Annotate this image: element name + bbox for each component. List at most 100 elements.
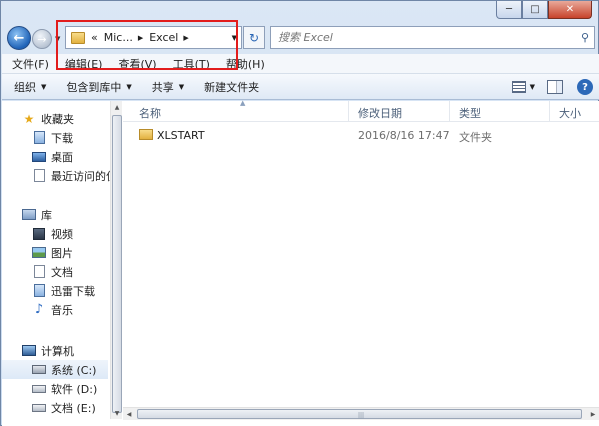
nav-item-label: 软件 (D:) [51, 382, 98, 396]
nav-item-music[interactable]: ♪ 音乐 [32, 300, 73, 319]
navigation-pane-scrollbar[interactable]: ▲ ▼ [110, 101, 122, 419]
table-row[interactable]: XLSTART 2016/8/16 17:47 文件夹 [123, 125, 599, 145]
chevron-down-icon[interactable]: ▼ [232, 34, 237, 42]
magnifier-icon[interactable]: ⚲ [581, 31, 589, 44]
nav-computer-label: 计算机 [41, 344, 74, 358]
nav-item-label: 桌面 [51, 150, 73, 164]
refresh-icon: ↻ [248, 30, 260, 45]
column-divider[interactable] [348, 101, 349, 122]
scroll-right-icon[interactable]: ▶ [587, 408, 599, 420]
view-options-icon[interactable] [511, 81, 526, 93]
organize-label: 组织 [14, 80, 36, 94]
column-header-type[interactable]: 类型 [459, 105, 481, 121]
nav-item-drive-e[interactable]: 文档 (E:) [32, 398, 96, 417]
column-header-size[interactable]: 大小 [559, 105, 581, 121]
organize-button[interactable]: 组织 ▼ [2, 79, 54, 95]
menu-bar: 文件(F) 编辑(E) 查看(V) 工具(T) 帮助(H) [2, 54, 599, 74]
nav-item-label: 视频 [51, 227, 73, 241]
minimize-button[interactable]: ─ [496, 1, 522, 19]
file-list: ▲ 名称 修改日期 类型 大小 XLSTART 2016/8/16 17:47 … [123, 99, 599, 419]
navigation-pane: ★ 收藏夹 下载 桌面 最近访问的位 库 视频 [2, 101, 110, 419]
drive-icon [32, 403, 46, 412]
nav-libraries-label: 库 [41, 208, 52, 222]
column-divider[interactable] [449, 101, 450, 122]
forward-button[interactable]: → [32, 29, 52, 49]
menu-edit[interactable]: 编辑(E) [55, 56, 109, 72]
back-button[interactable]: ← [7, 26, 31, 50]
address-bar[interactable]: « Mic... ▶ Excel ▶ ▼ [65, 26, 242, 49]
column-headers: ▲ 名称 修改日期 类型 大小 [123, 99, 599, 122]
content-area: ★ 收藏夹 下载 桌面 最近访问的位 库 视频 [2, 99, 599, 426]
include-in-library-label: 包含到库中 [66, 80, 122, 94]
file-list-scrollbar[interactable]: ◀ ||| ▶ [123, 407, 599, 420]
nav-favorites[interactable]: ★ 收藏夹 [22, 109, 74, 128]
menu-help[interactable]: 帮助(H) [216, 56, 271, 72]
file-type: 文件夹 [459, 131, 492, 144]
nav-item-recent[interactable]: 最近访问的位 [32, 166, 110, 185]
star-icon: ★ [23, 111, 35, 126]
nav-item-drive-d[interactable]: 软件 (D:) [32, 379, 97, 398]
nav-item-label: 下载 [51, 131, 73, 145]
file-date: 2016/8/16 17:47 [358, 129, 450, 142]
sort-ascending-icon: ▲ [240, 99, 246, 107]
maximize-button[interactable]: □ [522, 1, 548, 19]
file-name[interactable]: XLSTART [157, 129, 205, 142]
menu-file[interactable]: 文件(F) [2, 56, 55, 72]
scrollbar-thumb[interactable]: ||| [137, 409, 582, 419]
nav-item-label: 图片 [51, 246, 73, 260]
nav-item-drive-c[interactable]: 系统 (C:) [2, 360, 108, 379]
address-segment-current[interactable]: Excel [149, 31, 178, 44]
search-box[interactable]: ⚲ [270, 26, 595, 49]
video-icon [33, 227, 45, 240]
scroll-up-icon[interactable]: ▲ [111, 101, 123, 113]
include-in-library-button[interactable]: 包含到库中 ▼ [54, 79, 139, 95]
nav-computer[interactable]: 计算机 [22, 341, 74, 360]
column-divider[interactable] [549, 101, 550, 122]
breadcrumb-arrow-icon[interactable]: ▶ [138, 34, 143, 42]
nav-item-documents[interactable]: 文档 [32, 262, 73, 281]
scroll-down-icon[interactable]: ▼ [111, 407, 123, 419]
nav-libraries[interactable]: 库 [22, 205, 52, 224]
share-button[interactable]: 共享 ▼ [140, 79, 192, 95]
desktop-icon [32, 151, 46, 162]
downloads-icon [33, 131, 45, 144]
help-icon[interactable]: ? [577, 79, 593, 95]
nav-item-label: 系统 (C:) [51, 363, 97, 377]
search-input[interactable] [271, 31, 561, 44]
nav-item-downloads[interactable]: 下载 [32, 128, 73, 147]
column-header-date[interactable]: 修改日期 [358, 105, 402, 121]
close-button[interactable]: ✕ [548, 1, 592, 19]
column-header-name[interactable]: 名称 [139, 105, 161, 121]
nav-item-desktop[interactable]: 桌面 [32, 147, 73, 166]
toolbar-right: ▼ ? [511, 79, 593, 95]
picture-icon [32, 247, 46, 258]
folder-icon [139, 129, 153, 140]
grip-icon: ||| [358, 412, 365, 419]
chevron-down-icon[interactable]: ▼ [530, 83, 535, 91]
nav-item-label: 文档 (E:) [51, 401, 96, 415]
downloads-icon [33, 284, 45, 297]
nav-item-thunder-downloads[interactable]: 迅雷下载 [32, 281, 95, 300]
new-folder-button[interactable]: 新建文件夹 [192, 79, 267, 95]
nav-item-pictures[interactable]: 图片 [32, 243, 73, 262]
recent-places-icon [33, 169, 45, 182]
address-segment-parent[interactable]: Mic... [104, 31, 133, 44]
breadcrumb-arrow-icon[interactable]: ▶ [183, 34, 188, 42]
address-prefix[interactable]: « [91, 31, 98, 44]
nav-favorites-label: 收藏夹 [41, 112, 74, 126]
refresh-button[interactable]: ↻ [243, 26, 265, 49]
nav-item-label: 迅雷下载 [51, 284, 95, 298]
preview-pane-icon[interactable] [547, 80, 563, 94]
folder-icon [71, 31, 85, 44]
recent-pages-button[interactable]: ▼ [55, 35, 60, 43]
menu-view[interactable]: 查看(V) [108, 56, 162, 72]
chevron-down-icon: ▼ [178, 82, 185, 91]
caption-buttons: ─ □ ✕ [496, 1, 592, 19]
scrollbar-thumb[interactable] [112, 115, 122, 413]
scroll-left-icon[interactable]: ◀ [123, 408, 135, 420]
nav-item-videos[interactable]: 视频 [32, 224, 73, 243]
menu-tools[interactable]: 工具(T) [163, 56, 216, 72]
back-arrow-icon: ← [13, 30, 25, 46]
nav-item-label: 文档 [51, 265, 73, 279]
share-label: 共享 [151, 80, 174, 94]
